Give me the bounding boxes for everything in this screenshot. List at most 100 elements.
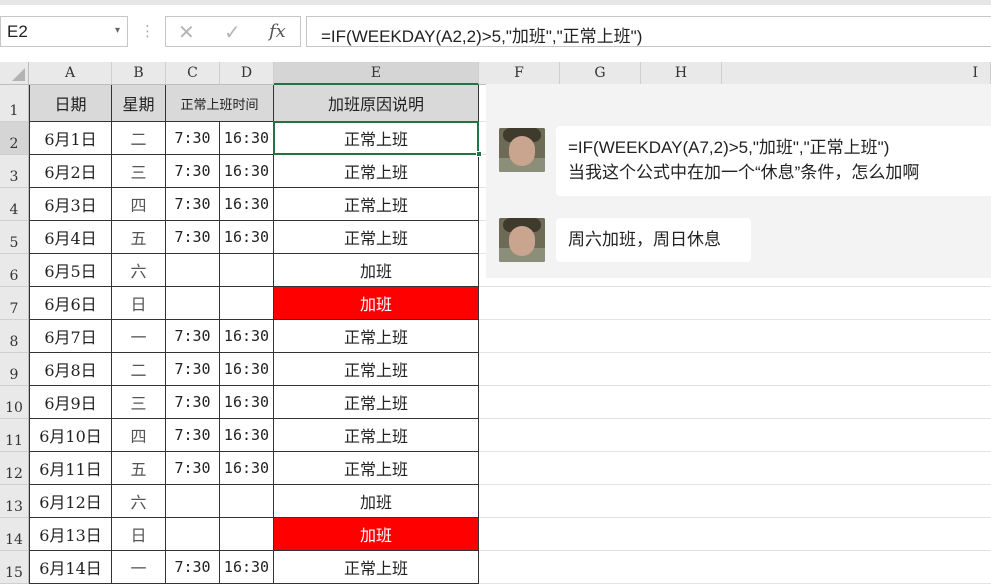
table-header-cell[interactable]: 星期 <box>112 85 166 122</box>
start-time-cell[interactable]: 7:30 <box>166 320 220 353</box>
row-header-8[interactable]: 8 <box>0 320 29 353</box>
row-header-12[interactable]: 12 <box>0 452 29 485</box>
date-cell[interactable]: 6月7日 <box>29 320 112 353</box>
table-header-cell[interactable]: 加班原因说明 <box>274 85 479 122</box>
column-header-c[interactable]: C <box>166 62 220 85</box>
date-cell[interactable]: 6月2日 <box>29 155 112 188</box>
date-cell[interactable]: 6月9日 <box>29 386 112 419</box>
weekday-cell[interactable]: 四 <box>112 188 166 221</box>
reason-cell[interactable]: 加班 <box>274 518 479 551</box>
end-time-cell[interactable] <box>220 254 274 287</box>
reason-cell[interactable]: 正常上班 <box>274 155 479 188</box>
insert-function-icon[interactable]: fx <box>269 21 286 42</box>
date-cell[interactable]: 6月10日 <box>29 419 112 452</box>
end-time-cell[interactable]: 16:30 <box>220 551 274 584</box>
reason-cell[interactable]: 正常上班 <box>274 551 479 584</box>
reason-cell[interactable]: 正常上班 <box>274 353 479 386</box>
reason-cell[interactable]: 正常上班 <box>274 320 479 353</box>
column-header-b[interactable]: B <box>112 62 166 85</box>
column-header-e[interactable]: E <box>274 62 479 85</box>
row-header-9[interactable]: 9 <box>0 353 29 386</box>
reason-cell[interactable]: 正常上班 <box>274 188 479 221</box>
weekday-cell[interactable]: 四 <box>112 419 166 452</box>
drag-handle-icon[interactable]: ⋮ <box>140 18 155 46</box>
weekday-cell[interactable]: 三 <box>112 155 166 188</box>
formula-input[interactable]: =IF(WEEKDAY(A2,2)>5,"加班","正常上班") <box>306 16 991 47</box>
date-cell[interactable]: 6月14日 <box>29 551 112 584</box>
end-time-cell[interactable]: 16:30 <box>220 188 274 221</box>
end-time-cell[interactable] <box>220 518 274 551</box>
column-header-f[interactable]: F <box>479 62 560 85</box>
reason-cell[interactable]: 正常上班 <box>274 452 479 485</box>
end-time-cell[interactable]: 16:30 <box>220 221 274 254</box>
reason-cell[interactable]: 正常上班 <box>274 221 479 254</box>
column-header-g[interactable]: G <box>560 62 641 85</box>
row-header-14[interactable]: 14 <box>0 518 29 551</box>
end-time-cell[interactable] <box>220 287 274 320</box>
end-time-cell[interactable]: 16:30 <box>220 353 274 386</box>
table-header-cell[interactable]: 日期 <box>29 85 112 122</box>
enter-icon[interactable]: ✓ <box>224 20 241 45</box>
end-time-cell[interactable] <box>220 485 274 518</box>
start-time-cell[interactable]: 7:30 <box>166 551 220 584</box>
date-cell[interactable]: 6月12日 <box>29 485 112 518</box>
row-header-7[interactable]: 7 <box>0 287 29 320</box>
date-cell[interactable]: 6月1日 <box>29 122 112 155</box>
date-cell[interactable]: 6月13日 <box>29 518 112 551</box>
column-header-d[interactable]: D <box>220 62 274 85</box>
weekday-cell[interactable]: 一 <box>112 551 166 584</box>
start-time-cell[interactable]: 7:30 <box>166 188 220 221</box>
reason-cell[interactable]: 正常上班 <box>274 386 479 419</box>
fill-handle[interactable] <box>476 151 482 157</box>
start-time-cell[interactable]: 7:30 <box>166 221 220 254</box>
date-cell[interactable]: 6月6日 <box>29 287 112 320</box>
start-time-cell[interactable]: 7:30 <box>166 419 220 452</box>
date-cell[interactable]: 6月11日 <box>29 452 112 485</box>
column-header-a[interactable]: A <box>29 62 112 85</box>
weekday-cell[interactable]: 日 <box>112 518 166 551</box>
end-time-cell[interactable]: 16:30 <box>220 155 274 188</box>
end-time-cell[interactable]: 16:30 <box>220 452 274 485</box>
start-time-cell[interactable] <box>166 287 220 320</box>
row-header-4[interactable]: 4 <box>0 188 29 221</box>
row-header-13[interactable]: 13 <box>0 485 29 518</box>
reason-cell[interactable]: 加班 <box>274 254 479 287</box>
reason-cell[interactable]: 加班 <box>274 485 479 518</box>
end-time-cell[interactable]: 16:30 <box>220 386 274 419</box>
row-header-3[interactable]: 3 <box>0 155 29 188</box>
column-header-h[interactable]: H <box>641 62 722 85</box>
weekday-cell[interactable]: 三 <box>112 386 166 419</box>
name-box[interactable]: E2 ▾ <box>0 16 128 47</box>
weekday-cell[interactable]: 二 <box>112 353 166 386</box>
reason-cell[interactable]: 加班 <box>274 287 479 320</box>
row-header-1[interactable]: 1 <box>0 85 29 122</box>
date-cell[interactable]: 6月3日 <box>29 188 112 221</box>
weekday-cell[interactable]: 六 <box>112 485 166 518</box>
row-header-10[interactable]: 10 <box>0 386 29 419</box>
date-cell[interactable]: 6月8日 <box>29 353 112 386</box>
weekday-cell[interactable]: 日 <box>112 287 166 320</box>
row-header-15[interactable]: 15 <box>0 551 29 584</box>
start-time-cell[interactable] <box>166 518 220 551</box>
weekday-cell[interactable]: 二 <box>112 122 166 155</box>
select-all-button[interactable] <box>0 62 29 85</box>
chevron-down-icon[interactable]: ▾ <box>115 25 120 36</box>
start-time-cell[interactable]: 7:30 <box>166 452 220 485</box>
row-header-2[interactable]: 2 <box>0 122 29 155</box>
date-cell[interactable]: 6月4日 <box>29 221 112 254</box>
end-time-cell[interactable]: 16:30 <box>220 419 274 452</box>
weekday-cell[interactable]: 一 <box>112 320 166 353</box>
start-time-cell[interactable]: 7:30 <box>166 155 220 188</box>
reason-cell[interactable]: 正常上班 <box>274 122 479 155</box>
row-header-11[interactable]: 11 <box>0 419 29 452</box>
end-time-cell[interactable]: 16:30 <box>220 320 274 353</box>
column-header-i[interactable]: I <box>722 62 991 85</box>
table-header-cell[interactable]: 正常上班时间 <box>166 85 274 122</box>
row-header-6[interactable]: 6 <box>0 254 29 287</box>
reason-cell[interactable]: 正常上班 <box>274 419 479 452</box>
row-header-5[interactable]: 5 <box>0 221 29 254</box>
weekday-cell[interactable]: 五 <box>112 452 166 485</box>
start-time-cell[interactable]: 7:30 <box>166 386 220 419</box>
start-time-cell[interactable] <box>166 485 220 518</box>
cancel-icon[interactable]: ✕ <box>178 20 195 45</box>
